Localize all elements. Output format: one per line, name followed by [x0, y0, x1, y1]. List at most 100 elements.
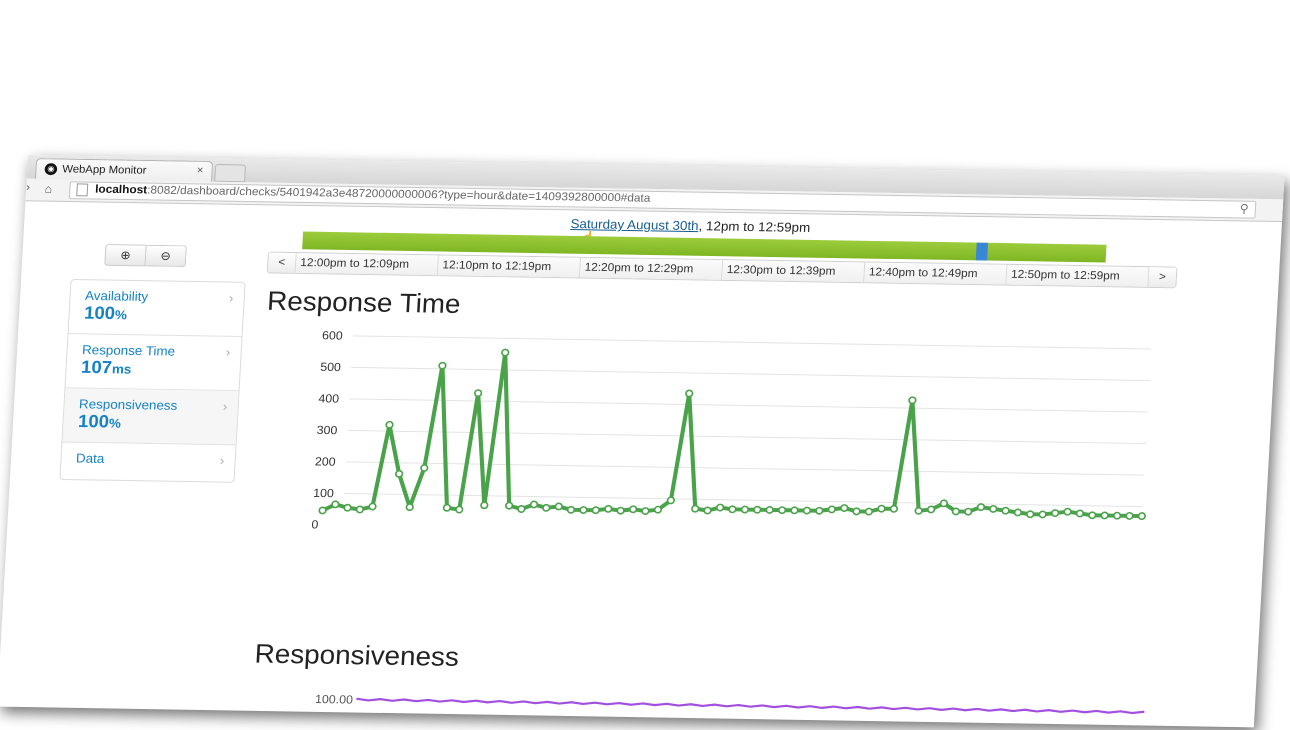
- sidebar-item-responsiveness[interactable]: Responsiveness 100% ›: [62, 388, 239, 446]
- data-point[interactable]: [852, 507, 861, 516]
- data-point[interactable]: [939, 499, 949, 508]
- data-point[interactable]: [455, 505, 464, 514]
- zoom-in-icon: ⊕: [119, 248, 132, 263]
- data-point[interactable]: [964, 507, 973, 516]
- date-range: , 12pm to 12:59pm: [698, 218, 811, 235]
- data-point[interactable]: [474, 389, 483, 398]
- grid-line: [347, 429, 1146, 445]
- data-point[interactable]: [641, 507, 650, 515]
- forward-arrow-icon[interactable]: ›: [26, 182, 30, 194]
- data-point[interactable]: [1026, 510, 1035, 519]
- data-point[interactable]: [442, 503, 452, 512]
- data-point[interactable]: [1038, 510, 1047, 519]
- data-point[interactable]: [765, 506, 774, 514]
- data-point[interactable]: [420, 464, 429, 472]
- sidebar-item-data[interactable]: Data ›: [60, 442, 235, 481]
- sidebar-item-value: 107: [80, 357, 113, 378]
- data-point[interactable]: [355, 505, 365, 514]
- data-point[interactable]: [438, 361, 447, 370]
- data-point[interactable]: [728, 505, 737, 514]
- data-point[interactable]: [517, 505, 526, 513]
- data-point[interactable]: [542, 503, 551, 512]
- chevron-right-icon: ›: [225, 344, 231, 360]
- data-point[interactable]: [591, 506, 600, 515]
- data-point[interactable]: [505, 501, 514, 510]
- data-point[interactable]: [1125, 511, 1134, 520]
- next-segment-button[interactable]: >: [1148, 267, 1177, 288]
- data-point[interactable]: [716, 503, 725, 512]
- data-point[interactable]: [827, 505, 836, 514]
- chevron-right-icon: ›: [228, 290, 234, 306]
- data-point[interactable]: [1100, 511, 1109, 520]
- data-point[interactable]: [579, 506, 588, 514]
- data-point[interactable]: [1075, 509, 1085, 518]
- zoom-in-button[interactable]: ⊕: [104, 244, 147, 267]
- new-tab-button[interactable]: [214, 164, 247, 183]
- y-tick-label: 600: [322, 329, 344, 343]
- data-point[interactable]: [653, 505, 663, 514]
- data-point[interactable]: [976, 503, 986, 512]
- data-point[interactable]: [395, 469, 404, 478]
- data-point[interactable]: [480, 501, 489, 510]
- data-point[interactable]: [1088, 511, 1097, 520]
- data-point[interactable]: [666, 496, 675, 505]
- data-point[interactable]: [703, 506, 712, 515]
- data-point[interactable]: [628, 505, 638, 514]
- data-point[interactable]: [691, 504, 700, 513]
- data-point[interactable]: [529, 500, 539, 509]
- segment-item[interactable]: 12:40pm to 12:49pm: [864, 262, 1008, 285]
- y-tick-label: 0: [311, 518, 319, 532]
- data-point[interactable]: [777, 506, 787, 515]
- data-point[interactable]: [685, 389, 694, 398]
- data-point[interactable]: [343, 503, 352, 512]
- data-point[interactable]: [566, 505, 576, 514]
- data-point[interactable]: [840, 504, 849, 512]
- data-point[interactable]: [1050, 509, 1060, 518]
- data-point[interactable]: [989, 504, 998, 513]
- url-text[interactable]: localhost:8082/dashboard/checks/5401942a…: [95, 184, 651, 205]
- segment-item[interactable]: 12:00pm to 12:09pm: [295, 253, 439, 276]
- segment-item[interactable]: 12:20pm to 12:29pm: [579, 257, 724, 280]
- data-point[interactable]: [815, 506, 824, 515]
- zoom-controls: ⊕ ⊖: [104, 244, 187, 268]
- segment-item[interactable]: 12:50pm to 12:59pm: [1006, 264, 1150, 287]
- data-point[interactable]: [864, 507, 874, 516]
- home-icon[interactable]: ⌂: [44, 182, 52, 196]
- data-point[interactable]: [927, 505, 936, 514]
- responsiveness-line: [356, 697, 1145, 715]
- data-point[interactable]: [331, 500, 340, 509]
- data-point[interactable]: [405, 503, 414, 512]
- timeline-selection-marker[interactable]: [975, 242, 989, 261]
- sidebar-item-response-time[interactable]: Response Time 107ms ›: [65, 334, 242, 392]
- data-point[interactable]: [740, 505, 749, 514]
- data-point[interactable]: [889, 504, 899, 513]
- magnifier-icon[interactable]: ⚲: [1239, 202, 1249, 216]
- data-point[interactable]: [802, 506, 812, 515]
- segment-item[interactable]: 12:30pm to 12:39pm: [722, 260, 866, 283]
- data-point[interactable]: [1013, 508, 1023, 517]
- data-point[interactable]: [790, 506, 799, 515]
- y-tick-label: 100: [313, 486, 335, 500]
- data-point[interactable]: [318, 506, 327, 515]
- data-point[interactable]: [385, 420, 394, 429]
- prev-segment-button[interactable]: <: [267, 252, 297, 273]
- data-point[interactable]: [951, 507, 960, 516]
- data-point[interactable]: [1063, 507, 1072, 516]
- data-point[interactable]: [1137, 512, 1147, 521]
- data-point[interactable]: [554, 502, 563, 511]
- sidebar-item-availability[interactable]: Availability 100% ›: [68, 279, 245, 337]
- data-point[interactable]: [368, 502, 377, 511]
- data-point[interactable]: [1112, 511, 1122, 520]
- data-point[interactable]: [914, 506, 923, 515]
- tab-close-icon[interactable]: ×: [196, 165, 203, 177]
- data-point[interactable]: [501, 348, 510, 357]
- data-point[interactable]: [1001, 506, 1010, 515]
- data-point[interactable]: [604, 504, 613, 513]
- data-point[interactable]: [877, 504, 886, 513]
- data-point[interactable]: [616, 506, 625, 515]
- data-point[interactable]: [753, 505, 762, 514]
- response-time-chart: 0 100 200 300 400 500 600: [311, 329, 1152, 532]
- segment-item[interactable]: 12:10pm to 12:19pm: [437, 255, 582, 278]
- zoom-out-button[interactable]: ⊖: [145, 244, 187, 268]
- data-point[interactable]: [908, 396, 917, 405]
